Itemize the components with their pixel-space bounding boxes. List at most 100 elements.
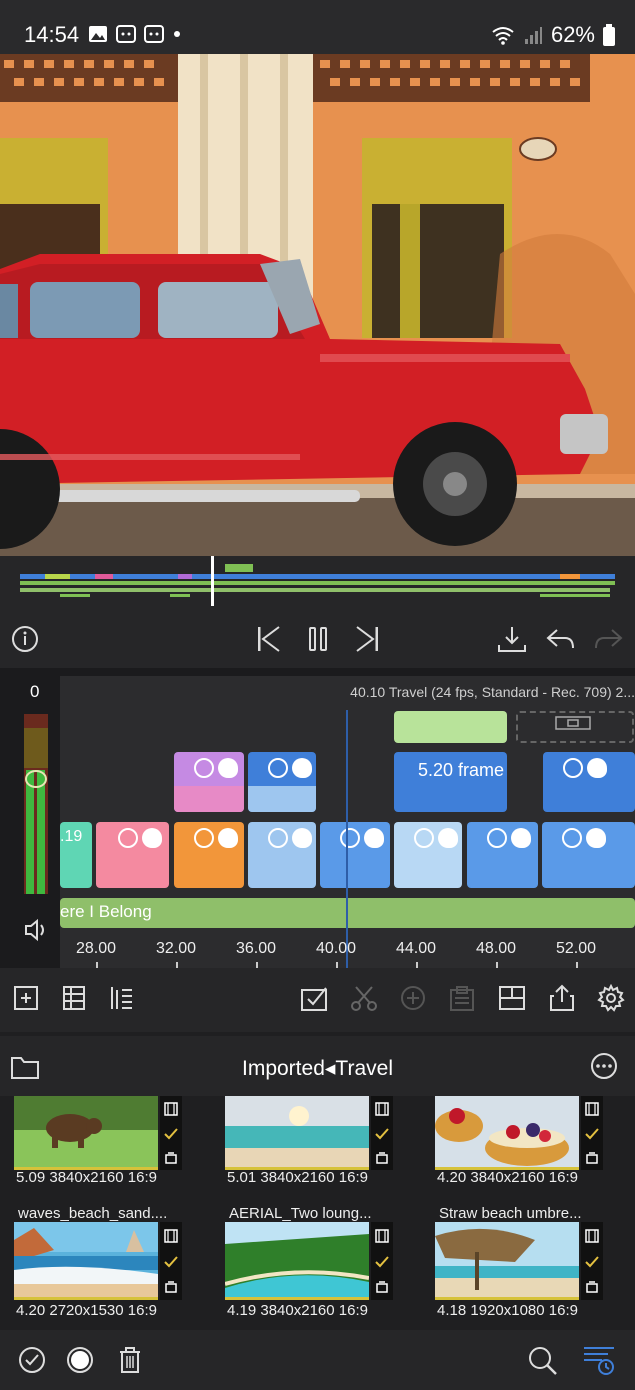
media-meta: 4.19 3840x2160 16:9 — [227, 1302, 368, 1319]
audio-label: ere I Belong — [60, 902, 152, 921]
media-thumbnail-tarts[interactable] — [435, 1096, 579, 1170]
umbrella-thumbnail — [435, 1222, 579, 1297]
timeline[interactable]: 0 40.10 Travel (24 fps, Standard - Rec. … — [0, 668, 635, 968]
film-icon — [375, 1228, 389, 1243]
checkmark-icon — [164, 1128, 178, 1140]
status-icons — [88, 25, 182, 43]
video-clip-blue-right[interactable] — [543, 752, 635, 812]
skip-back-icon[interactable] — [254, 624, 284, 654]
video-clip-blue-3[interactable] — [467, 822, 538, 888]
placeholder-clip[interactable] — [516, 711, 634, 743]
video-clip-pink[interactable] — [96, 822, 169, 888]
trash-icon[interactable] — [117, 1346, 143, 1374]
video-clip-frame[interactable]: 5.20 frame — [394, 752, 507, 812]
crosshair-icon — [194, 758, 214, 778]
download-icon[interactable] — [497, 624, 527, 654]
media-meta: 4.20 3840x2160 16:9 — [437, 1169, 578, 1186]
media-filename: AERIAL_Two loung... — [229, 1205, 372, 1222]
palette-icon — [364, 828, 384, 848]
settings-gear-icon[interactable] — [597, 984, 625, 1012]
film-icon — [375, 1102, 389, 1116]
track-layout-icon[interactable] — [108, 984, 136, 1012]
video-clip-blue-2[interactable] — [320, 822, 390, 888]
video-clip-purple[interactable] — [174, 752, 244, 812]
ruler-label: 36.00 — [236, 940, 277, 957]
media-thumbnail-umbrella[interactable] — [435, 1222, 579, 1300]
notification-icon — [144, 25, 164, 43]
crosshair-icon — [268, 758, 288, 778]
video-clip-blue-4[interactable] — [542, 822, 635, 888]
video-preview[interactable] — [0, 54, 635, 556]
palette-icon — [586, 828, 606, 848]
media-meta: 5.01 3840x2160 16:9 — [227, 1169, 368, 1186]
undo-icon[interactable] — [545, 624, 575, 654]
info-icon[interactable] — [10, 624, 40, 654]
preview-frame — [0, 54, 635, 556]
video-clip-teal[interactable]: .19 — [60, 822, 92, 888]
more-options-icon[interactable] — [590, 1052, 618, 1080]
select-all-icon[interactable] — [18, 1346, 46, 1374]
video-clip-orange[interactable] — [174, 822, 244, 888]
skip-forward-icon[interactable] — [352, 624, 382, 654]
layout-icon[interactable] — [498, 984, 526, 1012]
timeline-info: 40.10 Travel (24 fps, Standard - Rec. 70… — [350, 684, 635, 700]
thumb-side-panel — [160, 1096, 182, 1170]
cut-icon[interactable] — [350, 984, 378, 1012]
crosshair-icon — [414, 828, 434, 848]
thumb-side-panel — [581, 1222, 603, 1300]
select-icon[interactable] — [300, 984, 328, 1012]
thumb-side-panel — [371, 1222, 393, 1300]
media-thumbnail-waves[interactable] — [14, 1222, 158, 1300]
storage-icon — [165, 1152, 177, 1164]
media-thumbnail-aerial[interactable] — [225, 1222, 369, 1300]
checkmark-icon — [375, 1256, 389, 1268]
media-thumbnail-bear[interactable] — [14, 1096, 158, 1170]
list-view-icon[interactable] — [60, 984, 88, 1012]
palette-icon — [511, 828, 531, 848]
add-icon[interactable] — [399, 984, 427, 1012]
bottom-bar — [0, 1330, 635, 1390]
video-clip-pale[interactable] — [394, 822, 462, 888]
sort-filter-icon[interactable] — [582, 1344, 616, 1376]
aerial-thumbnail — [225, 1222, 369, 1297]
browser-header: Imported◂Travel — [0, 1036, 635, 1096]
media-meta: 4.18 1920x1080 16:9 — [437, 1302, 578, 1319]
ruler-label: 40.00 — [316, 940, 357, 957]
ruler-label: 32.00 — [156, 940, 197, 957]
clipboard-icon[interactable] — [448, 984, 476, 1012]
beach-sunset-thumbnail — [225, 1096, 369, 1167]
thumb-side-panel — [371, 1096, 393, 1170]
browser-title[interactable]: Imported◂Travel — [0, 1056, 635, 1081]
video-clip-lightblue[interactable] — [248, 822, 316, 888]
timeline-tracks[interactable]: 40.10 Travel (24 fps, Standard - Rec. 70… — [60, 676, 635, 968]
add-media-icon[interactable] — [12, 984, 40, 1012]
level-value: 0 — [30, 682, 40, 701]
crosshair-icon — [340, 828, 360, 848]
timeline-overview[interactable] — [0, 556, 635, 610]
palette-icon — [292, 758, 312, 778]
share-icon[interactable] — [548, 984, 576, 1012]
status-right: 62% — [491, 22, 615, 48]
playhead[interactable] — [346, 710, 348, 968]
media-thumbnail-beach-sunset[interactable] — [225, 1096, 369, 1170]
palette-icon — [142, 828, 162, 848]
media-meta: 5.09 3840x2160 16:9 — [16, 1169, 157, 1186]
storage-icon — [376, 1281, 388, 1294]
palette-icon — [218, 758, 238, 778]
status-bar: 14:54 62% — [0, 0, 635, 54]
film-icon — [555, 716, 591, 730]
tarts-thumbnail — [435, 1096, 579, 1167]
checkmark-icon — [164, 1256, 178, 1268]
pause-icon[interactable] — [303, 624, 333, 654]
redo-icon[interactable] — [594, 624, 624, 654]
film-icon — [585, 1228, 599, 1243]
record-icon[interactable] — [66, 1346, 94, 1374]
video-clip-blue[interactable] — [248, 752, 316, 812]
search-icon[interactable] — [528, 1346, 558, 1376]
speaker-icon[interactable] — [22, 916, 50, 944]
crosshair-icon — [563, 758, 583, 778]
audio-clip-top[interactable] — [394, 711, 507, 743]
palette-icon — [218, 828, 238, 848]
transport-bar — [0, 610, 635, 668]
edit-toolbar — [0, 968, 635, 1032]
